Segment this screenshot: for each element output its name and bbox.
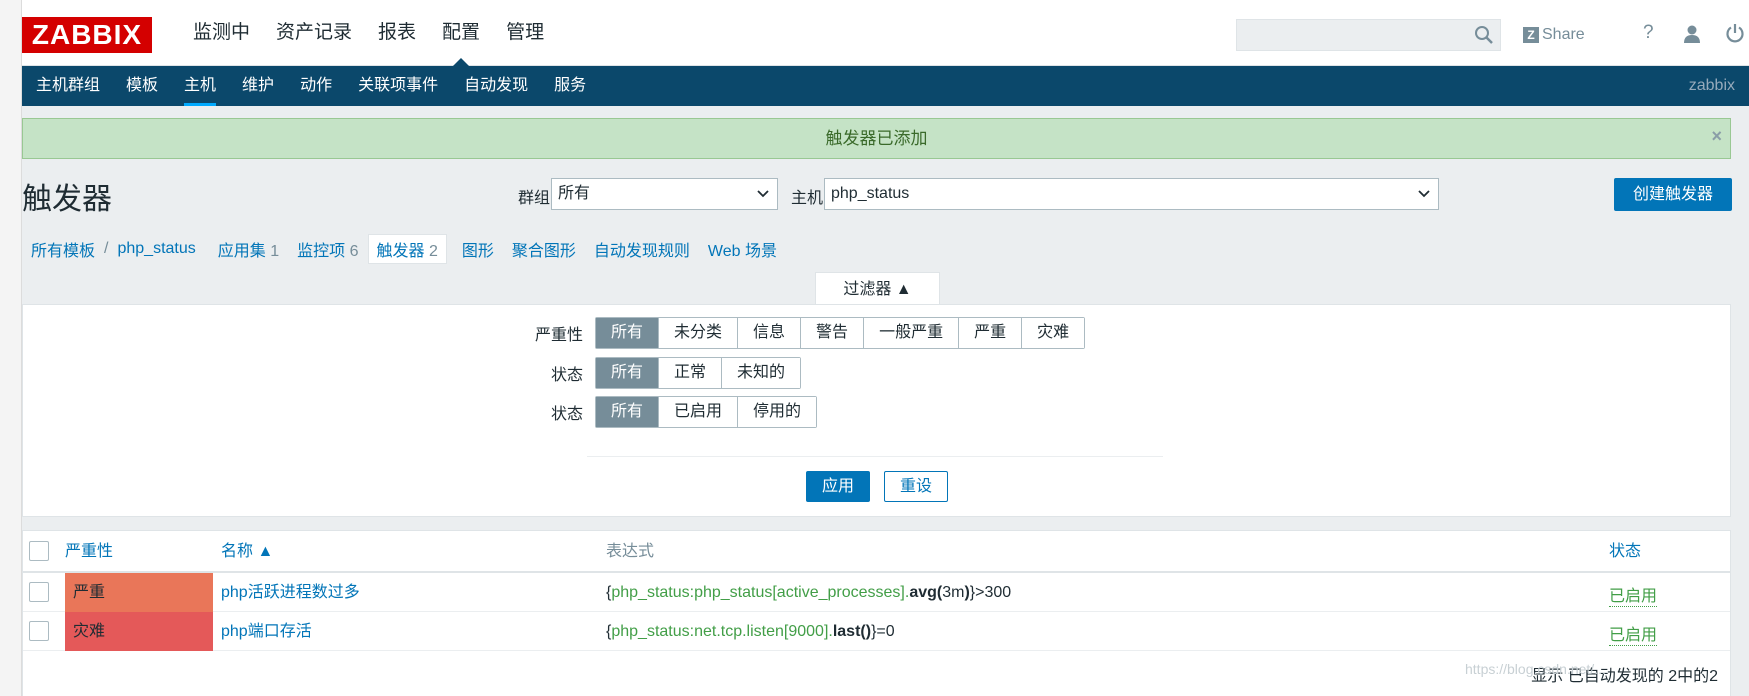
status-option-disabled[interactable]: 停用的 [737,397,817,427]
zabbix-share-icon: Z [1523,27,1539,43]
reset-button[interactable]: 重设 [884,471,948,502]
create-trigger-button[interactable]: 创建触发器 [1614,178,1732,211]
state-segmented-control: 所有 正常 未知的 [595,357,802,389]
filter-panel: 严重性 所有 未分类 信息 警告 一般严重 严重 灾难 状态 所有 正常 未知的… [22,304,1731,517]
zabbix-logo[interactable]: ZABBIX [22,17,152,53]
severity-filter: 严重性 所有 未分类 信息 警告 一般严重 严重 灾难 [535,317,1086,349]
tab-applications[interactable]: 应用集 1 [209,237,288,261]
expression-item-link[interactable]: php_status:php_status[active_processes]. [611,584,909,601]
share-label: Share [1542,26,1585,43]
breadcrumb-all-templates[interactable]: 所有模板 [22,237,104,261]
tab-graphs[interactable]: 图形 [453,237,503,261]
status-option-enabled[interactable]: 已启用 [658,397,738,427]
state-filter: 状态 所有 正常 未知的 [551,357,802,389]
watermark: https://blog.csdn.net/... [1465,661,1606,677]
tab-triggers[interactable]: 触发器 2 [367,234,447,264]
column-expression: 表达式 [606,543,655,560]
menu-configuration[interactable]: 配置 [429,0,493,66]
table-row: 灾难 php端口存活 {php_status:net.tcp.listen[90… [23,612,1730,651]
severity-option-high[interactable]: 严重 [958,318,1022,348]
tab-discovery-rules[interactable]: 自动发现规则 [585,237,699,261]
subnav-services[interactable]: 服务 [541,66,599,106]
menu-reports[interactable]: 报表 [365,0,429,66]
sub-menu: 主机群组 模板 主机 维护 动作 关联项事件 自动发现 服务 zabbix [22,66,1749,106]
table-header: 严重性 名称 ▲ 表达式 状态 [23,531,1730,573]
host-select[interactable]: php_status [824,178,1439,210]
search-icon[interactable] [1474,25,1494,45]
status-filter: 状态 所有 已启用 停用的 [551,396,818,428]
severity-option-information[interactable]: 信息 [737,318,801,348]
tab-items[interactable]: 监控项 6 [288,237,367,261]
breadcrumb-host[interactable]: php_status [108,240,204,258]
severity-cell: 灾难 [65,612,213,651]
subnav-hosts[interactable]: 主机 [171,66,229,106]
row-checkbox[interactable] [29,582,49,602]
severity-segmented-control: 所有 未分类 信息 警告 一般严重 严重 灾难 [595,317,1086,349]
expression-item-link[interactable]: php_status:net.tcp.listen[9000]. [611,623,832,640]
success-message-text: 触发器已添加 [825,129,928,148]
server-name: zabbix [1688,77,1735,94]
severity-option-disaster[interactable]: 灾难 [1021,318,1085,348]
help-icon[interactable]: ? [1643,22,1654,44]
trigger-expression: {php_status:php_status[active_processes]… [606,584,1012,601]
severity-option-all[interactable]: 所有 [596,318,659,348]
subnav-templates[interactable]: 模板 [113,66,171,106]
severity-option-average[interactable]: 一般严重 [863,318,959,348]
row-checkbox[interactable] [29,621,49,641]
tab-screens[interactable]: 聚合图形 [503,237,585,261]
subnav-maintenance[interactable]: 维护 [229,66,287,106]
share-button[interactable]: Z Share [1523,22,1585,48]
group-select[interactable]: 所有 [551,178,778,210]
chevron-down-icon [1418,190,1430,198]
table-row: 严重 php活跃进程数过多 {php_status:php_status[act… [23,573,1730,612]
group-select-value: 所有 [558,185,591,202]
status-option-all[interactable]: 所有 [596,397,659,427]
close-icon[interactable]: × [1711,117,1722,156]
severity-option-not-classified[interactable]: 未分类 [658,318,738,348]
state-option-unknown[interactable]: 未知的 [721,358,801,388]
subnav-event-correlation[interactable]: 关联项事件 [345,66,451,106]
state-filter-label: 状态 [550,367,583,384]
status-segmented-control: 所有 已启用 停用的 [595,396,818,428]
status-toggle-link[interactable]: 已启用 [1609,577,1658,607]
column-severity[interactable]: 严重性 [65,531,113,573]
trigger-expression: {php_status:net.tcp.listen[9000].last()}… [606,623,895,640]
subnav-actions[interactable]: 动作 [287,66,345,106]
user-profile-icon[interactable] [1682,24,1702,44]
left-window-edge [0,0,22,696]
trigger-name-link[interactable]: php活跃进程数过多 [221,573,360,612]
breadcrumb: 所有模板 / php_status 应用集 1 监控项 6 触发器 2 图形 聚… [22,234,786,264]
menu-administration[interactable]: 管理 [493,0,557,66]
menu-inventory[interactable]: 资产记录 [263,0,365,66]
group-label: 群组 [518,190,551,207]
host-select-value: php_status [831,185,910,202]
filter-toggle-tab[interactable]: 过滤器 ▲ [815,272,940,305]
chevron-down-icon [757,190,769,198]
severity-option-warning[interactable]: 警告 [800,318,864,348]
sign-out-icon[interactable] [1725,23,1745,43]
page-title: 触发器 [22,183,112,216]
status-toggle-link[interactable]: 已启用 [1609,616,1658,646]
subnav-host-groups[interactable]: 主机群组 [23,66,113,106]
menu-monitoring[interactable]: 监测中 [180,0,263,66]
column-name[interactable]: 名称 ▲ [221,531,273,573]
select-all-checkbox[interactable] [29,541,49,561]
filter-divider [587,456,1163,457]
top-header: ZABBIX 监测中 资产记录 报表 配置 管理 Z Share ? [22,0,1749,66]
trigger-name-link[interactable]: php端口存活 [221,612,312,651]
subnav-discovery[interactable]: 自动发现 [451,66,541,106]
severity-cell: 严重 [65,573,213,612]
state-option-normal[interactable]: 正常 [658,358,722,388]
host-label: 主机 [791,190,824,207]
apply-button[interactable]: 应用 [806,471,870,502]
state-option-all[interactable]: 所有 [596,358,659,388]
column-status[interactable]: 状态 [1609,531,1641,573]
search-input[interactable] [1236,19,1501,51]
success-message: 触发器已添加 × [22,118,1731,159]
tab-web-scenarios[interactable]: Web 场景 [699,237,786,261]
main-menu: 监测中 资产记录 报表 配置 管理 [180,0,557,66]
status-filter-label: 状态 [550,406,583,423]
severity-filter-label: 严重性 [534,327,583,344]
